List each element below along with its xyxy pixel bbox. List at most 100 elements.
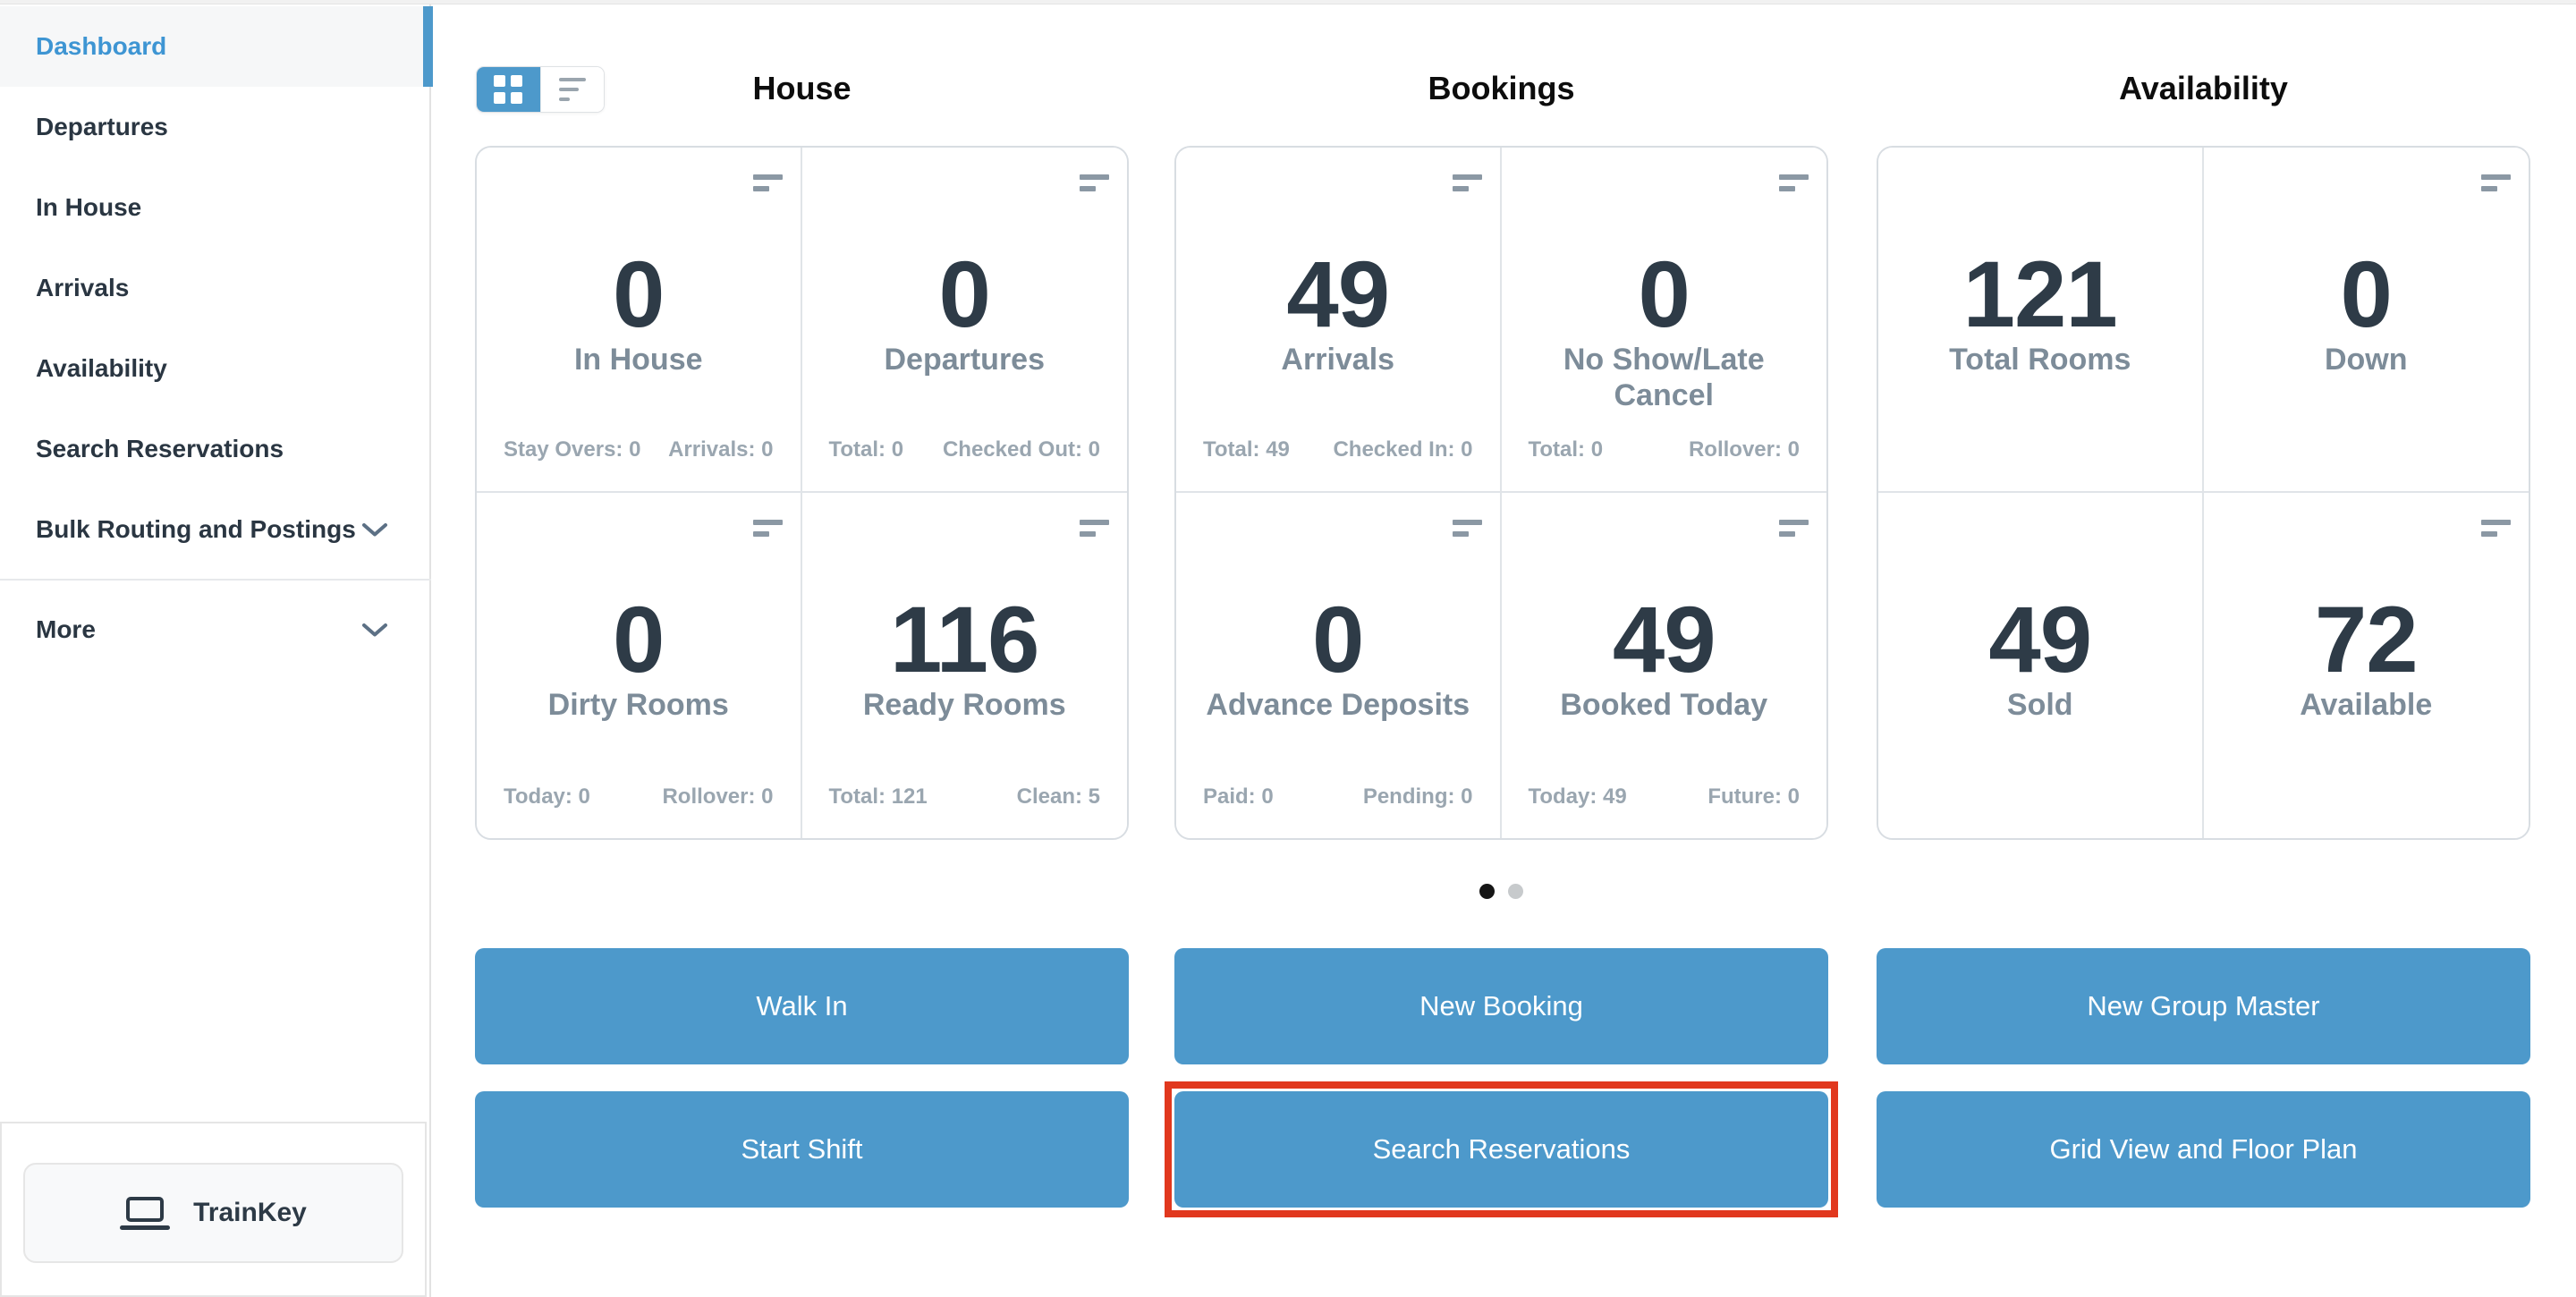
sidebar-item-search-reservations[interactable]: Search Reservations	[0, 409, 431, 489]
tile-label: Down	[2310, 342, 2422, 377]
start-shift-button[interactable]: Start Shift	[475, 1091, 1129, 1208]
tile-stat-right: Rollover: 0	[662, 784, 773, 810]
sidebar-item-label: In House	[36, 193, 141, 222]
sidebar-item-arrivals[interactable]: Arrivals	[0, 248, 431, 328]
tile-value: 0	[1312, 593, 1363, 687]
new-booking-button[interactable]: New Booking	[1174, 948, 1828, 1064]
sidebar-item-availability[interactable]: Availability	[0, 328, 431, 409]
window-top-edge	[0, 0, 2576, 4]
filter-bars-icon	[753, 174, 783, 191]
sidebar-item-label: Availability	[36, 354, 167, 383]
filter-bars-icon	[753, 520, 783, 537]
walk-in-button[interactable]: Walk In	[475, 948, 1129, 1064]
sidebar-item-bulk-routing-and-postings[interactable]: Bulk Routing and Postings	[0, 489, 431, 570]
tile-stat-left: Today: 0	[504, 784, 590, 810]
section-title-availability: Availability	[1877, 64, 2530, 113]
filter-bars-icon	[2481, 520, 2511, 537]
tile-label: Booked Today	[1546, 687, 1782, 723]
bookings-card-group: 49 Arrivals Total: 49 Checked In: 0 0 No…	[1174, 146, 1828, 840]
sidebar-item-label: Departures	[36, 113, 168, 141]
grid-view-and-floor-plan-button[interactable]: Grid View and Floor Plan	[1877, 1091, 2530, 1208]
filter-bars-icon	[1080, 174, 1109, 191]
tile-value: 0	[1639, 248, 1690, 342]
tile-sold[interactable]: 49 Sold	[1878, 493, 2204, 838]
tile-stat-right: Checked Out: 0	[943, 437, 1100, 462]
search-reservations-button[interactable]: Search Reservations	[1174, 1091, 1828, 1208]
tile-value: 121	[1963, 248, 2117, 342]
tile-stat-left: Paid: 0	[1203, 784, 1274, 810]
tile-stat-left: Total: 49	[1203, 437, 1290, 462]
sidebar-item-more[interactable]: More	[0, 589, 431, 670]
tile-label: Ready Rooms	[849, 687, 1080, 723]
tile-stat-right: Checked In: 0	[1333, 437, 1472, 462]
tile-label: Departures	[869, 342, 1059, 377]
filter-bars-icon	[1779, 520, 1809, 537]
tile-available[interactable]: 72 Available	[2204, 493, 2529, 838]
active-item-indicator	[423, 6, 433, 87]
filter-bars-icon	[1453, 520, 1482, 537]
tile-label: In House	[560, 342, 717, 377]
sidebar-item-dashboard[interactable]: Dashboard	[0, 6, 431, 87]
tile-value: 0	[613, 593, 664, 687]
tile-ready-rooms[interactable]: 116 Ready Rooms Total: 121 Clean: 5	[802, 493, 1128, 838]
tile-in-house[interactable]: 0 In House Stay Overs: 0 Arrivals: 0	[477, 148, 802, 493]
tile-value: 72	[2315, 593, 2418, 687]
tile-advance-deposits[interactable]: 0 Advance Deposits Paid: 0 Pending: 0	[1176, 493, 1502, 838]
filter-bars-icon	[1453, 174, 1482, 191]
tile-no-show-late-cancel[interactable]: 0 No Show/Late Cancel Total: 0 Rollover:…	[1502, 148, 1827, 493]
tile-stat-right: Rollover: 0	[1689, 437, 1800, 462]
tile-stat-left: Stay Overs: 0	[504, 437, 640, 462]
main-content: House Bookings Availability 0 In House S…	[475, 0, 2576, 1297]
tile-value: 49	[1988, 593, 2091, 687]
trainkey-button[interactable]: TrainKey	[23, 1163, 403, 1263]
tile-total-rooms[interactable]: 121 Total Rooms	[1878, 148, 2204, 493]
tile-stat-left: Total: 121	[829, 784, 928, 810]
filter-bars-icon	[1080, 520, 1109, 537]
tile-arrivals[interactable]: 49 Arrivals Total: 49 Checked In: 0	[1176, 148, 1502, 493]
tile-label: No Show/Late Cancel	[1502, 342, 1827, 413]
search-reservations-highlight: Search Reservations	[1165, 1081, 1838, 1217]
tile-departures[interactable]: 0 Departures Total: 0 Checked Out: 0	[802, 148, 1128, 493]
tile-label: Advance Deposits	[1191, 687, 1484, 723]
sidebar: Dashboard Departures In House Arrivals A…	[0, 4, 431, 1297]
sidebar-nav: Dashboard Departures In House Arrivals A…	[0, 6, 431, 670]
tile-stat-right: Pending: 0	[1363, 784, 1473, 810]
tile-label: Dirty Rooms	[534, 687, 743, 723]
house-card-group: 0 In House Stay Overs: 0 Arrivals: 0 0 D…	[475, 146, 1129, 840]
sidebar-item-label: Dashboard	[36, 32, 166, 61]
tile-stat-right: Arrivals: 0	[668, 437, 773, 462]
filter-bars-icon	[1779, 174, 1809, 191]
sidebar-item-departures[interactable]: Departures	[0, 87, 431, 167]
trainkey-label: TrainKey	[193, 1198, 307, 1228]
sidebar-item-label: Search Reservations	[36, 435, 284, 463]
carousel-dots	[1174, 884, 1828, 899]
filter-bars-icon	[2481, 174, 2511, 191]
sidebar-item-label: Bulk Routing and Postings	[36, 515, 356, 544]
carousel-dot-2[interactable]	[1508, 884, 1523, 899]
carousel-dot-1[interactable]	[1479, 884, 1495, 899]
tile-stat-right: Future: 0	[1707, 784, 1800, 810]
tile-dirty-rooms[interactable]: 0 Dirty Rooms Today: 0 Rollover: 0	[477, 493, 802, 838]
tile-down[interactable]: 0 Down	[2204, 148, 2529, 493]
new-group-master-button[interactable]: New Group Master	[1877, 948, 2530, 1064]
laptop-icon	[120, 1197, 170, 1230]
sidebar-item-label: Arrivals	[36, 274, 129, 302]
section-title-bookings: Bookings	[1174, 64, 1828, 113]
tile-booked-today[interactable]: 49 Booked Today Today: 49 Future: 0	[1502, 493, 1827, 838]
tile-stat-left: Total: 0	[829, 437, 904, 462]
availability-card-group: 121 Total Rooms 0 Down 49 Sold 72 Availa…	[1877, 146, 2530, 840]
section-title-house: House	[475, 64, 1129, 113]
tile-value: 0	[613, 248, 664, 342]
sidebar-divider	[0, 579, 431, 581]
tile-label: Available	[2285, 687, 2446, 723]
tile-stat-left: Total: 0	[1529, 437, 1604, 462]
tile-stat-right: Clean: 5	[1017, 784, 1100, 810]
sidebar-item-in-house[interactable]: In House	[0, 167, 431, 248]
tile-value: 49	[1613, 593, 1716, 687]
chevron-down-icon	[361, 522, 388, 538]
tile-label: Total Rooms	[1935, 342, 2145, 377]
tile-value: 49	[1286, 248, 1389, 342]
tile-stat-left: Today: 49	[1529, 784, 1627, 810]
sidebar-item-label: More	[36, 615, 96, 644]
trainkey-panel: TrainKey	[0, 1122, 427, 1297]
